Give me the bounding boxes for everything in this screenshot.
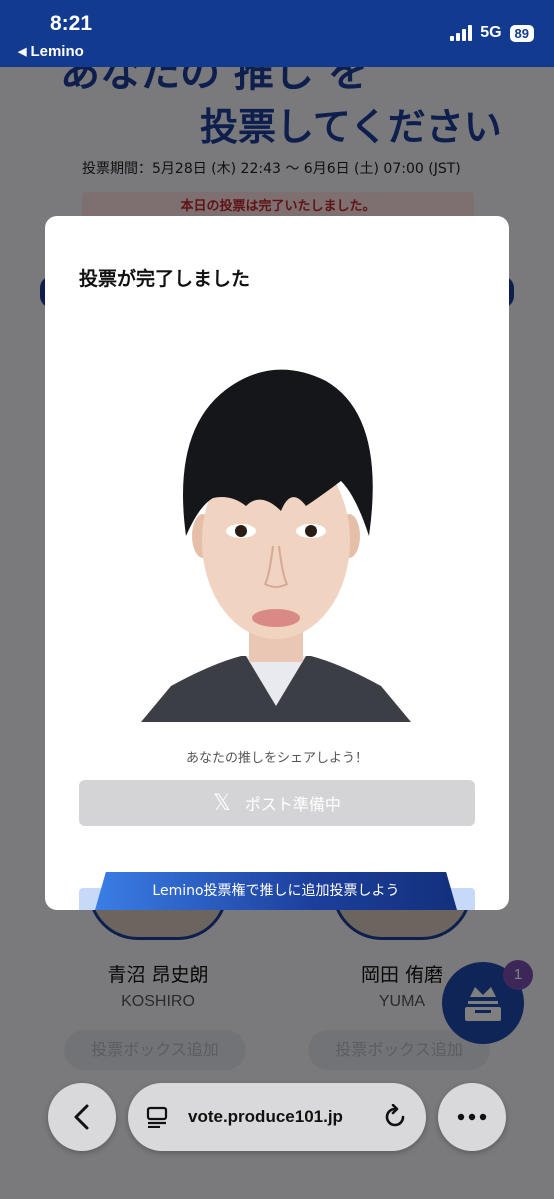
x-logo-icon: 𝕏 (213, 790, 231, 816)
post-to-x-button[interactable]: 𝕏 ポスト準備中 (79, 780, 475, 826)
back-app-label: Lemino (30, 43, 84, 60)
network-type: 5G (480, 24, 502, 41)
address-bar[interactable]: vote.produce101.jp (128, 1083, 426, 1151)
signal-icon (450, 25, 473, 41)
url-text: vote.produce101.jp (188, 1107, 343, 1126)
back-triangle-icon: ◀ (18, 46, 27, 58)
status-time: 8:21 (50, 12, 93, 35)
tab-overview-icon (146, 1106, 168, 1128)
browser-back-button[interactable] (48, 1083, 116, 1151)
vote-complete-modal: 投票が完了しました あなたの推しをシェアしよう！ 𝕏 ポスト準備中 Lemino… (45, 216, 509, 910)
more-dots-icon (457, 1113, 487, 1121)
candidate-portrait (141, 346, 411, 722)
browser-toolbar: vote.produce101.jp (0, 1068, 554, 1199)
extra-vote-label: Lemino投票権で推しに追加投票しよう (95, 872, 457, 910)
battery-icon: 89 (509, 24, 534, 42)
share-prompt: あなたの推しをシェアしよう！ (185, 751, 368, 766)
modal-title: 投票が完了しました (79, 268, 251, 290)
status-bar: 8:21 ◀ Lemino 5G 89 (0, 0, 554, 67)
reload-icon[interactable] (382, 1104, 408, 1130)
status-indicators: 5G 89 (450, 24, 534, 42)
post-button-label: ポスト準備中 (244, 795, 341, 814)
chevron-left-icon (74, 1104, 89, 1130)
back-to-app-link[interactable]: ◀ Lemino (18, 43, 84, 60)
more-options-button[interactable] (438, 1083, 506, 1151)
extra-vote-banner[interactable]: Lemino投票権で推しに追加投票しよう (79, 868, 475, 910)
